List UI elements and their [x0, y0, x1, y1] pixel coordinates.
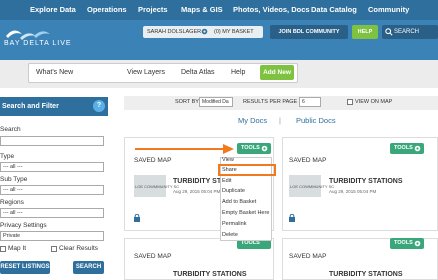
lock-icon	[289, 214, 295, 222]
menu-item-permalink[interactable]: Permalink	[222, 221, 246, 227]
gear-icon	[414, 240, 421, 247]
tab-help[interactable]: Help	[231, 69, 245, 76]
view-on-map-label: VIEW ON MAP	[355, 99, 393, 105]
menu-item-delete[interactable]: Delete	[222, 232, 238, 238]
nav-data-catalog[interactable]: Data Catalog	[311, 5, 357, 14]
nav-maps-gis[interactable]: Maps & GIS	[181, 5, 223, 14]
card-title[interactable]: TURBIDITY STATIONS	[329, 271, 403, 278]
menu-item-empty-basket[interactable]: Empty Basket Here	[222, 210, 269, 216]
nav-explore-data[interactable]: Explore Data	[30, 5, 76, 14]
card-title[interactable]: TURBIDITY STATIONS	[173, 271, 247, 278]
user-name[interactable]: SARAH DOLSLAGER	[147, 29, 201, 35]
lock-icon	[134, 214, 140, 222]
top-navigation: Explore Data Operations Projects Maps & …	[0, 0, 438, 20]
subtype-label: Sub Type	[0, 176, 28, 183]
map-it-checkbox[interactable]	[0, 246, 6, 252]
tab-public-docs[interactable]: Public Docs	[296, 116, 336, 125]
card-type-label: SAVED MAP	[289, 253, 327, 260]
bay-delta-live-logo[interactable]	[0, 22, 70, 52]
clear-results-checkbox[interactable]	[51, 246, 57, 252]
tab-whats-new[interactable]: What's New	[36, 69, 73, 76]
regions-label: Regions	[0, 199, 24, 206]
logo-text: BAY DELTA LIVE	[4, 40, 72, 47]
menu-item-view[interactable]: View	[222, 157, 234, 163]
regions-select[interactable]: --- all ---	[0, 208, 104, 218]
results-per-page-select[interactable]: 6	[299, 97, 321, 107]
card-type-label: SAVED MAP	[289, 157, 327, 164]
nav-operations[interactable]: Operations	[87, 5, 127, 14]
card-title[interactable]: TURBIDITY STATIONS	[329, 178, 403, 185]
tab-divider: |	[279, 116, 281, 125]
menu-item-add-to-basket[interactable]: Add to Basket	[222, 199, 256, 205]
help-button[interactable]: HELP	[352, 25, 378, 39]
nav-photos-videos-docs[interactable]: Photos, Videos, Docs	[233, 5, 310, 14]
sidebar-search-input[interactable]	[0, 136, 104, 146]
search-icon	[385, 28, 393, 36]
view-on-map-checkbox[interactable]	[347, 99, 353, 105]
my-basket-link[interactable]: (0) MY BASKET	[214, 29, 254, 35]
gear-icon	[261, 145, 268, 152]
nav-community[interactable]: Community	[368, 5, 409, 14]
annotation-arrow-icon	[135, 144, 234, 154]
search-filter-heading: Search and Filter	[0, 97, 108, 116]
search-label: Search	[0, 126, 21, 133]
nav-projects[interactable]: Projects	[138, 5, 168, 14]
card-type-label: SAVED MAP	[134, 253, 172, 260]
gear-icon[interactable]	[201, 28, 208, 35]
gear-icon	[414, 145, 421, 152]
join-community-button[interactable]: JOIN BDL COMMUNITY	[270, 25, 348, 39]
subtype-select[interactable]: --- all ---	[0, 185, 104, 195]
sort-select[interactable]: Modified Da	[199, 97, 233, 107]
card-date: Aug 29, 2015 05:04 PM	[329, 189, 377, 194]
share-highlight-box	[218, 164, 276, 176]
thumbnail-text: LOE COWMMUNITY SC	[290, 184, 335, 189]
tab-delta-atlas[interactable]: Delta Atlas	[181, 69, 214, 76]
tab-maps[interactable]: Maps	[91, 69, 108, 76]
reset-listings-button[interactable]: RESET LISTINGS	[0, 261, 50, 274]
privacy-label: Privacy Settings	[0, 222, 47, 229]
card-type-label: SAVED MAP	[134, 157, 172, 164]
clear-results-label: Clear Results	[59, 245, 99, 252]
card-date: Aug 29, 2015 05:04 PM	[173, 189, 221, 194]
add-new-button[interactable]: Add New	[260, 65, 294, 80]
sidebar-search-button[interactable]: SEARCH	[73, 261, 104, 274]
results-per-page-label: RESULTS PER PAGE	[243, 99, 298, 105]
map-it-label: Map It	[8, 245, 27, 252]
menu-item-edit[interactable]: Edit	[222, 178, 231, 184]
privacy-select[interactable]: Private	[0, 231, 104, 241]
tab-view-layers[interactable]: View Layers	[127, 69, 165, 76]
type-label: Type	[0, 153, 15, 160]
sort-by-label: SORT BY	[175, 99, 199, 105]
type-select[interactable]: --- all ---	[0, 162, 104, 172]
help-icon[interactable]: ?	[93, 100, 105, 112]
tab-my-docs[interactable]: My Docs	[238, 116, 267, 125]
menu-item-duplicate[interactable]: Duplicate	[222, 188, 245, 194]
